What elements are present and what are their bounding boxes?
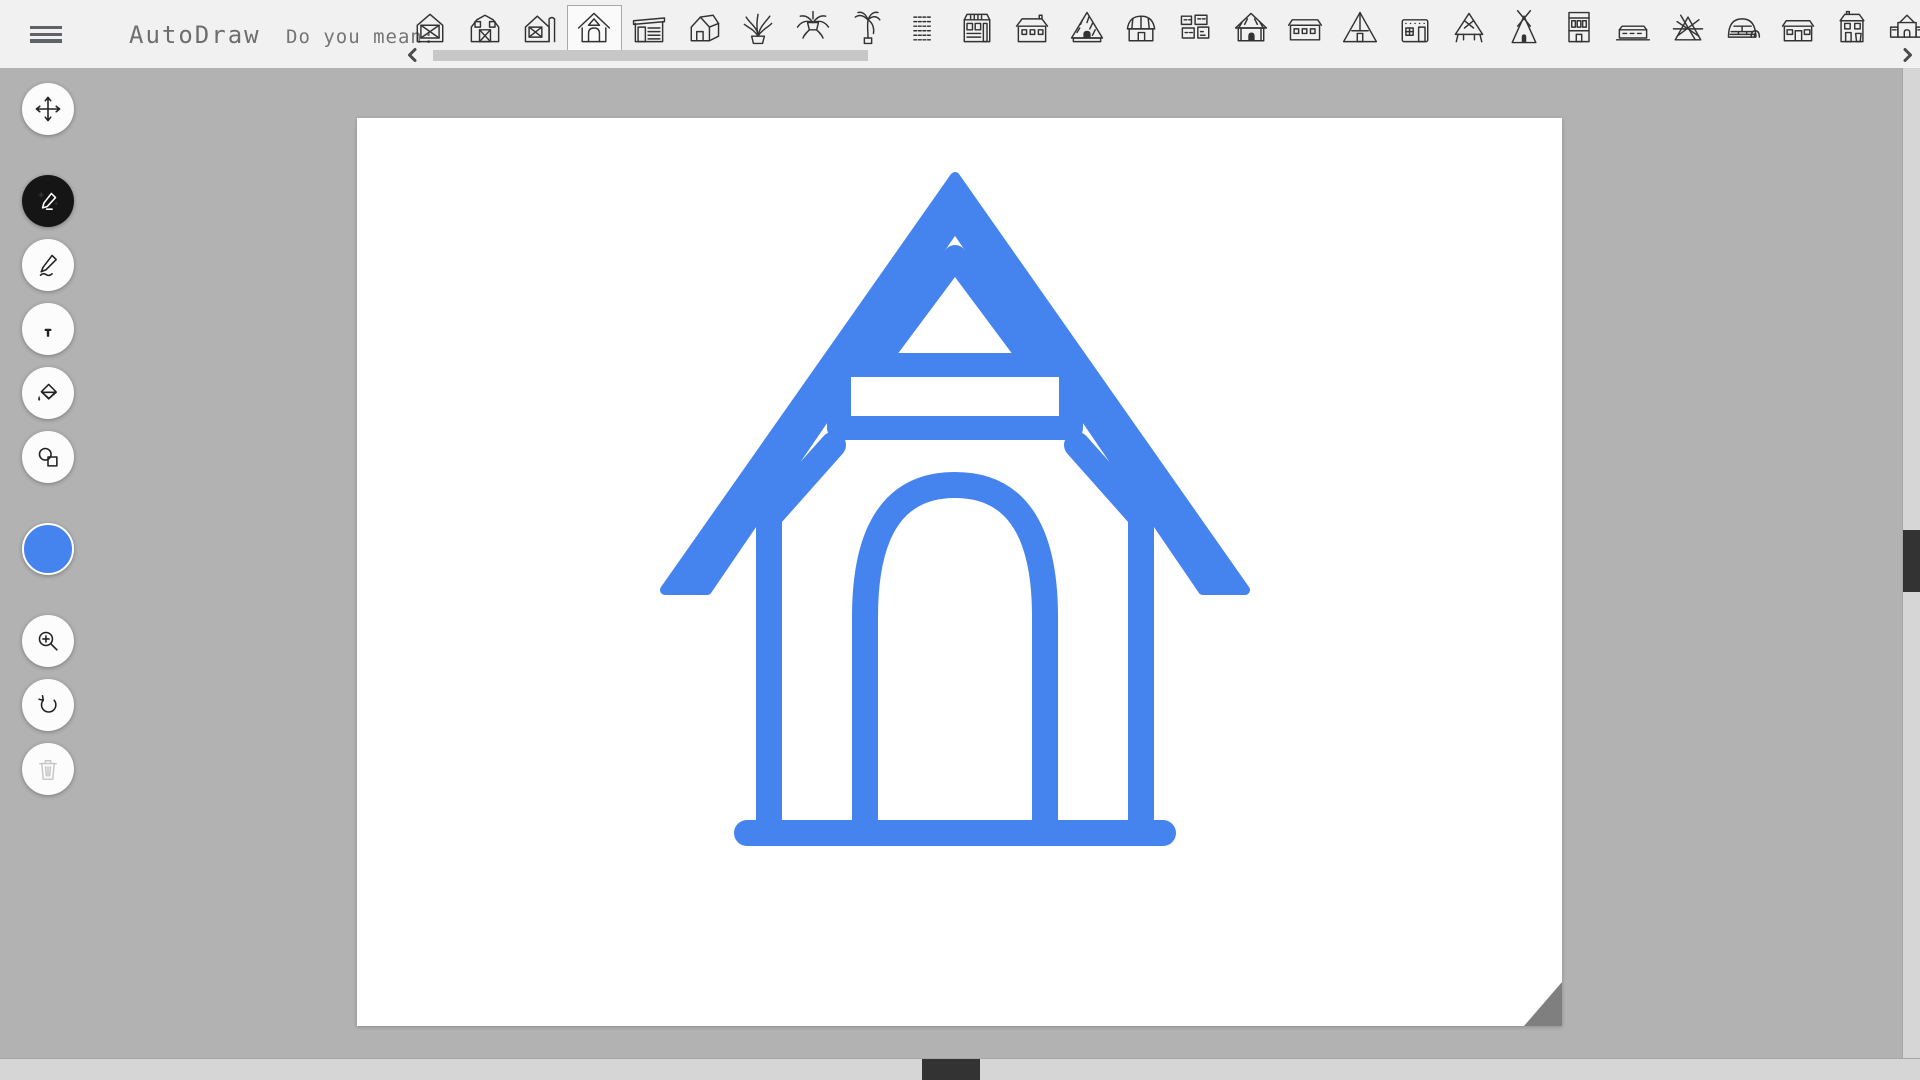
dog-house-walls (769, 445, 1141, 827)
a-frame-cabin-icon (1449, 8, 1489, 48)
suggestion-building-facade[interactable] (1551, 5, 1606, 51)
select-tool[interactable] (22, 83, 74, 135)
suggestion-barn-front[interactable] (403, 5, 458, 51)
barn-with-silo-icon (520, 8, 560, 48)
ranch-house-icon (1778, 8, 1818, 48)
drawing-canvas[interactable] (357, 118, 1562, 1026)
vertical-scrollbar-thumb[interactable] (1903, 530, 1920, 592)
pencil-icon (33, 250, 63, 280)
house-3d-icon (684, 8, 724, 48)
magnifier-plus-icon (33, 626, 63, 656)
shed-icon (629, 8, 669, 48)
a-frame-icon (1340, 8, 1380, 48)
canvas-drawing-dog-house[interactable] (655, 145, 1255, 870)
suggestion-house-3d[interactable] (676, 5, 731, 51)
dog-house-icon (574, 8, 614, 48)
pyramid-hut-icon (1231, 8, 1271, 48)
shape-tool[interactable] (22, 431, 74, 483)
suggestion-pyramid-hut[interactable] (1223, 5, 1278, 51)
potted-plant-icon (738, 8, 778, 48)
horizontal-scrollbar[interactable] (0, 1058, 1920, 1080)
storefront-icon (957, 8, 997, 48)
barn-icon (465, 8, 505, 48)
two-story-house-icon (1832, 8, 1872, 48)
log-lodge-icon (1668, 8, 1708, 48)
suggestion-two-story-house[interactable] (1825, 5, 1880, 51)
thatched-hut-icon (1067, 8, 1107, 48)
move-icon (33, 94, 63, 124)
trash-icon (33, 754, 63, 784)
chevron-right-icon[interactable] (1898, 46, 1916, 64)
chevron-left-icon[interactable] (404, 46, 422, 64)
tool-rail (22, 83, 74, 795)
barn-front-icon (410, 8, 450, 48)
suggestion-shed[interactable] (622, 5, 677, 51)
suggestion-thatched-hut[interactable] (1059, 5, 1114, 51)
suggestion-igloo[interactable] (1716, 5, 1771, 51)
village-icon (1176, 8, 1216, 48)
undo-button[interactable] (22, 679, 74, 731)
teepee-icon (1504, 8, 1544, 48)
workspace (0, 68, 1920, 1058)
color-swatch-icon (24, 525, 72, 573)
suggestion-teepee[interactable] (1497, 5, 1552, 51)
suggestion-dog-house[interactable] (567, 5, 622, 51)
hamburger-icon (30, 26, 62, 30)
autodraw-tool[interactable] (22, 175, 74, 227)
suggestion-a-frame-cabin[interactable] (1442, 5, 1497, 51)
building-facade-icon (1559, 8, 1599, 48)
dog-house-door (865, 485, 1045, 833)
suggestion-barn[interactable] (458, 5, 513, 51)
suggestion-storefront[interactable] (950, 5, 1005, 51)
magic-pencil-icon (33, 186, 63, 216)
round-hut-icon (1121, 8, 1161, 48)
vertical-scrollbar[interactable] (1902, 68, 1920, 1058)
suggestion-round-hut[interactable] (1114, 5, 1169, 51)
page-fold-corner (1524, 982, 1562, 1026)
suggestion-potted-plant[interactable] (731, 5, 786, 51)
igloo-icon (1723, 8, 1763, 48)
hanging-plant-icon (793, 8, 833, 48)
suggestion-lettered-building[interactable] (895, 5, 950, 51)
suggestion-mansion[interactable] (1880, 5, 1920, 51)
suggestion-cottage[interactable] (1005, 5, 1060, 51)
pueblo-house-icon (1395, 8, 1435, 48)
zoom-tool[interactable] (22, 615, 74, 667)
app-title: AutoDraw (129, 21, 261, 49)
delete-button[interactable] (22, 743, 74, 795)
suggestion-a-frame[interactable] (1333, 5, 1388, 51)
text-icon (33, 314, 63, 344)
dog-house-beam (839, 365, 1071, 428)
paint-bucket-icon (33, 378, 63, 408)
fill-tool[interactable] (22, 367, 74, 419)
type-tool[interactable] (22, 303, 74, 355)
longhouse-icon (1285, 8, 1325, 48)
suggestion-village[interactable] (1169, 5, 1224, 51)
suggestion-barn-with-silo[interactable] (512, 5, 567, 51)
suggestion-train-shed[interactable] (1606, 5, 1661, 51)
horizontal-scrollbar-thumb[interactable] (922, 1059, 980, 1080)
undo-arrow-icon (33, 690, 63, 720)
lettered-building-icon (903, 8, 943, 48)
palm-plant-icon (848, 8, 888, 48)
suggestion-pueblo-house[interactable] (1387, 5, 1442, 51)
suggestion-scrollbar-thumb[interactable] (433, 50, 868, 61)
top-bar: AutoDraw Do you mean: (0, 0, 1920, 68)
mansion-icon (1887, 8, 1920, 48)
draw-tool[interactable] (22, 239, 74, 291)
suggestion-ranch-house[interactable] (1770, 5, 1825, 51)
color-picker[interactable] (22, 523, 74, 575)
cottage-icon (1012, 8, 1052, 48)
hamburger-menu-button[interactable] (30, 24, 70, 48)
shapes-icon (33, 442, 63, 472)
train-shed-icon (1613, 8, 1653, 48)
suggestion-hanging-plant[interactable] (786, 5, 841, 51)
suggestion-palm-plant[interactable] (841, 5, 896, 51)
suggestion-log-lodge[interactable] (1661, 5, 1716, 51)
suggestion-longhouse[interactable] (1278, 5, 1333, 51)
suggestion-row (403, 5, 1920, 53)
